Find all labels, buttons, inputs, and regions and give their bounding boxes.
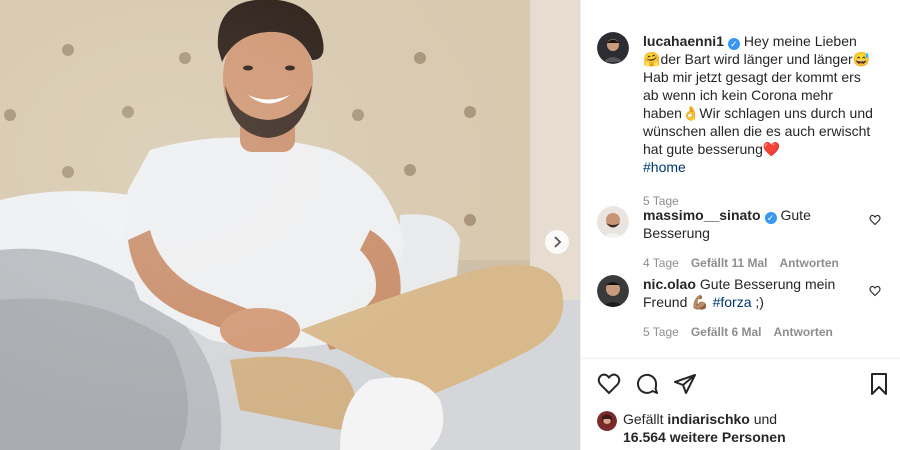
comment-icon[interactable] [635, 372, 659, 396]
comment-suffix: ;) [751, 294, 764, 310]
comment-meta: 5 Tage Gefällt 6 Mal Antworten [643, 323, 875, 341]
likes-prefix: Gefällt [623, 411, 668, 427]
liker-avatar[interactable] [597, 411, 617, 431]
bookmark-icon[interactable] [867, 372, 891, 396]
comment-time[interactable]: 5 Tage [643, 323, 679, 341]
comment-like-count[interactable]: Gefällt 6 Mal [691, 323, 762, 341]
comment-meta: 4 Tage Gefällt 11 Mal Antworten [643, 254, 875, 272]
caption-part-1: Hey meine Lieben [743, 33, 857, 49]
author-avatar[interactable] [597, 32, 629, 64]
comment-body: massimo__sinato ✓ Gute Besserung 4 Tage Ge… [643, 206, 875, 272]
ok-hand-emoji: 👌 [681, 105, 700, 121]
comment-item: nic.olao Gute Besserung mein Freund 💪🏽 #f… [597, 275, 891, 341]
likes-count[interactable]: 16.564 weitere Personen [623, 429, 786, 445]
commenter-avatar[interactable] [597, 275, 629, 307]
sweat-smile-emoji: 😅 [852, 51, 871, 67]
comments-section: lucahaenni1 ✓ Hey meine Lieben 🤗der Bart w… [581, 0, 900, 358]
comment-body: nic.olao Gute Besserung mein Freund 💪🏽 #f… [643, 275, 875, 341]
commenter-username[interactable]: nic.olao [643, 276, 696, 292]
likes-text: Gefällt indiarischko und 16.564 weitere … [623, 410, 790, 446]
post-photo[interactable] [0, 0, 580, 450]
heart-icon[interactable] [869, 285, 881, 297]
post-side-panel: lucahaenni1 ✓ Hey meine Lieben 🤗der Bart w… [580, 0, 900, 450]
chevron-right-icon [554, 236, 562, 248]
hug-emoji: 🤗 [643, 51, 661, 67]
verified-icon: ✓ [727, 38, 740, 50]
liker-username[interactable]: indiarischko [667, 411, 749, 427]
instagram-post: lucahaenni1 ✓ Hey meine Lieben 🤗der Bart w… [0, 0, 900, 450]
heart-icon[interactable] [869, 214, 881, 226]
hashtag-forza[interactable]: #forza [713, 294, 752, 310]
verified-icon: ✓ [764, 212, 777, 224]
next-photo-button[interactable] [545, 230, 569, 254]
commenter-avatar[interactable] [597, 206, 629, 238]
photo-illustration [0, 0, 580, 450]
likes-summary: Gefällt indiarischko und 16.564 weitere … [597, 410, 790, 446]
caption: lucahaenni1 ✓ Hey meine Lieben 🤗der Bart w… [597, 32, 891, 210]
comment-item: massimo__sinato ✓ Gute Besserung 4 Tage Ge… [597, 206, 891, 272]
author-username[interactable]: lucahaenni1 [643, 33, 724, 49]
caption-text: lucahaenni1 ✓ Hey meine Lieben 🤗der Bart w… [643, 32, 875, 210]
likes-mid: und [749, 411, 778, 427]
comment-like-count[interactable]: Gefällt 11 Mal [691, 254, 768, 272]
caption-part-2: der Bart wird länger und länger [660, 51, 853, 67]
heart-icon[interactable] [597, 372, 621, 396]
hashtag-home[interactable]: #home [643, 159, 686, 175]
comment-time[interactable]: 4 Tage [643, 254, 679, 272]
reply-button[interactable]: Antworten [774, 323, 833, 341]
red-heart-emoji: ❤️ [762, 141, 781, 157]
share-icon[interactable] [673, 372, 697, 396]
commenter-username[interactable]: massimo__sinato [643, 207, 761, 223]
reply-button[interactable]: Antworten [780, 254, 839, 272]
flexed-biceps-emoji: 💪🏽 [691, 294, 709, 310]
